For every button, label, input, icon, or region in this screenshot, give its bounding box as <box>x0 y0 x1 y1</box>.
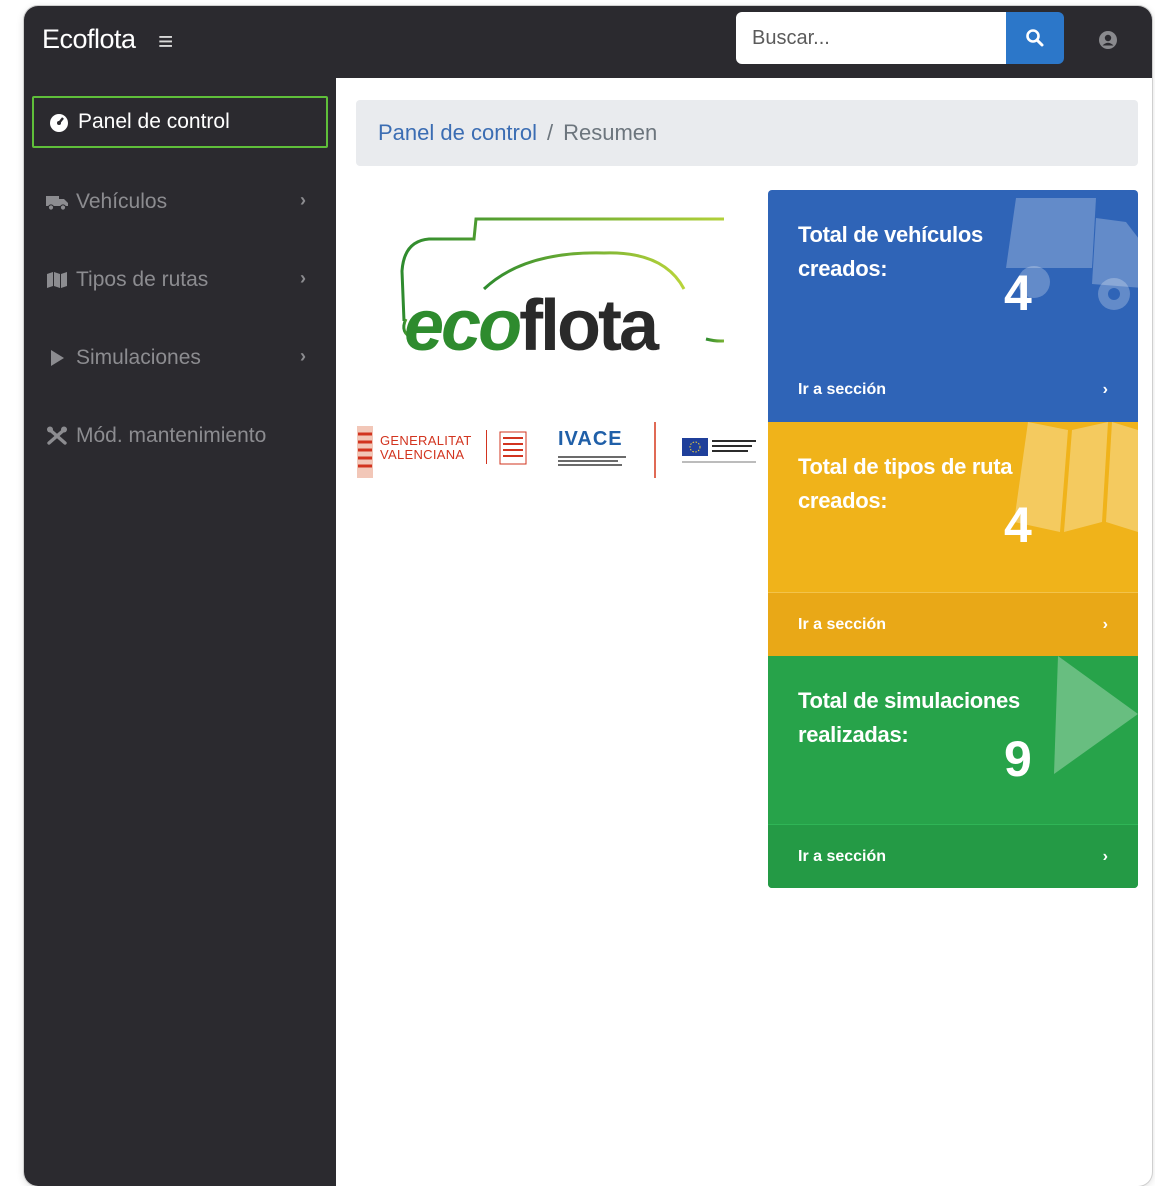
hamburger-menu-icon[interactable]: ≡ <box>158 26 173 57</box>
simulations-card-count: 9 <box>1004 731 1032 787</box>
app-window: Ecoflota ≡ P <box>24 6 1152 1186</box>
sidebar-item-simulaciones[interactable]: Simulaciones › <box>32 332 328 384</box>
ivace-subtitle-lines <box>558 456 626 466</box>
route-types-card-title: Total de tipos de ruta creados: <box>798 454 1013 513</box>
vehicles-summary-card: Total de vehículos creados: 4 Ir a secci… <box>768 190 1138 422</box>
chevron-right-icon: › <box>300 346 306 366</box>
card-link-label: Ir a sección <box>798 847 887 865</box>
sponsor-logos: GENERALITAT VALENCIANA IVACE <box>354 420 764 490</box>
generalitat-line1: GENERALITAT <box>380 433 472 448</box>
search-button[interactable] <box>1006 12 1064 64</box>
search-icon <box>1026 29 1044 47</box>
dashboard-icon <box>46 111 72 133</box>
play-icon <box>44 347 70 369</box>
route-types-summary-card: Total de tipos de ruta creados: 4 Ir a s… <box>768 422 1138 656</box>
chevron-right-icon: › <box>300 190 306 210</box>
generalitat-line2: VALENCIANA <box>380 447 465 462</box>
simulations-card-link[interactable]: Ir a sección › <box>768 824 1138 888</box>
logo-eco-text: eco <box>404 286 522 366</box>
sidebar-item-vehiculos[interactable]: Vehículos › <box>32 176 328 228</box>
vehicles-card-title: Total de vehículos creados: <box>798 222 983 281</box>
sidebar: Panel de control Vehículos › Tipos de ru… <box>24 78 336 1186</box>
ivace-logo-text: IVACE <box>558 428 623 450</box>
sidebar-item-label: Vehículos <box>76 190 168 213</box>
generalitat-logo-text: GENERALITAT VALENCIANA <box>380 434 472 462</box>
breadcrumb-separator: / <box>547 120 554 145</box>
breadcrumb: Panel de control / Resumen <box>356 100 1138 166</box>
route-types-card-link[interactable]: Ir a sección › <box>768 592 1138 656</box>
simulations-summary-card: Total de simulaciones realizadas: 9 Ir a… <box>768 656 1138 888</box>
chevron-right-icon: › <box>300 268 306 288</box>
card-link-label: Ir a sección <box>798 381 887 398</box>
eu-flag-icon <box>682 438 756 463</box>
sponsor-divider <box>486 430 487 464</box>
logo-flota-text: flota <box>519 286 659 366</box>
simulations-card-title: Total de simulaciones realizadas: <box>798 688 1020 747</box>
vehicles-card-link[interactable]: Ir a sección › <box>768 358 1138 422</box>
sidebar-item-label: Panel de control <box>78 110 230 133</box>
user-icon <box>1099 31 1117 49</box>
sidebar-item-panel-de-control[interactable]: Panel de control <box>32 96 328 148</box>
tots-logo-icon <box>499 431 527 465</box>
user-menu-button[interactable] <box>1094 26 1122 54</box>
generalitat-crest-icon <box>357 426 373 478</box>
sidebar-item-label: Mód. mantenimiento <box>76 424 267 447</box>
breadcrumb-link-panel-de-control[interactable]: Panel de control <box>378 120 537 146</box>
chevron-right-icon: › <box>1102 381 1108 398</box>
top-navbar: Ecoflota ≡ <box>24 6 1152 78</box>
breadcrumb-current: Resumen <box>563 120 658 145</box>
sidebar-item-mod-mantenimiento[interactable]: Mód. mantenimiento <box>32 410 328 462</box>
sidebar-item-tipos-de-rutas[interactable]: Tipos de rutas › <box>32 254 328 306</box>
sidebar-item-label: Simulaciones <box>76 346 201 369</box>
tools-icon <box>44 425 70 447</box>
play-icon <box>1054 656 1138 774</box>
chevron-right-icon: › <box>1102 615 1108 633</box>
chevron-right-icon: › <box>1102 847 1108 865</box>
card-link-label: Ir a sección <box>798 615 887 633</box>
sidebar-item-label: Tipos de rutas <box>76 268 209 291</box>
ecoflota-logo: ecoflota <box>404 286 659 366</box>
truck-icon <box>44 191 70 213</box>
map-icon <box>44 269 70 291</box>
route-types-card-count: 4 <box>1004 497 1032 553</box>
search-input[interactable] <box>736 12 1006 64</box>
sponsor-divider-red <box>654 422 656 478</box>
brand-title[interactable]: Ecoflota <box>42 24 136 55</box>
vehicles-card-count: 4 <box>1004 265 1032 321</box>
